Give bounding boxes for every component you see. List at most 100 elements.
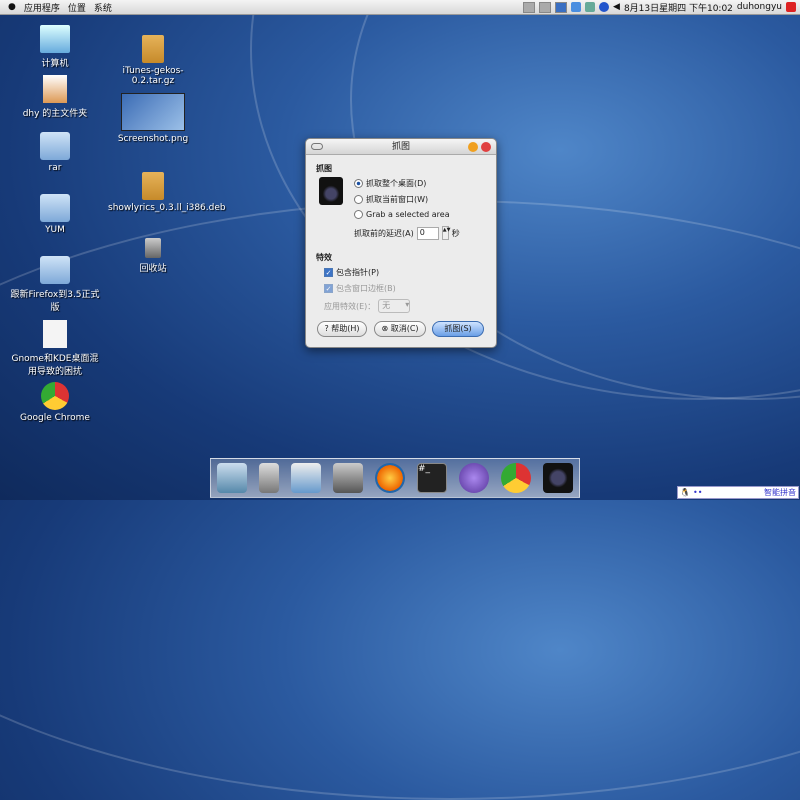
button-label: 帮助(H) (331, 324, 360, 333)
installer-icon[interactable] (291, 463, 321, 493)
desktop-icon-chrome[interactable]: Google Chrome (10, 382, 100, 423)
radio-button[interactable] (354, 210, 363, 219)
icon-label: dhy 的主文件夹 (22, 109, 88, 119)
icon-label: Screenshot.png (117, 134, 189, 144)
delay-unit: 秒 (451, 228, 460, 238)
chevron-down-icon: ▾ (405, 300, 410, 309)
workspace-3[interactable] (555, 1, 568, 13)
firefox-icon[interactable] (375, 463, 405, 493)
delay-label: 抓取前的延迟(A) (354, 228, 414, 238)
ime-label[interactable]: 智能拼音 (764, 487, 796, 498)
cancel-button[interactable]: ⊗ 取消(C) (374, 321, 426, 337)
dialog-title: 抓图 (391, 142, 410, 152)
option-label: Grab a selected area (366, 210, 450, 219)
icon-label: 跟新Firefox到3.5正式版 (10, 290, 100, 313)
checkbox-label: 包含指针(P) (336, 268, 380, 277)
input-method-bar[interactable]: 🐧 •• 智能拼音 (677, 486, 799, 499)
desktop-icon-trash[interactable]: 回收站 (108, 238, 198, 274)
checkbox-include-pointer[interactable]: ✓ 包含指针(P) (324, 267, 379, 278)
folder-icon (40, 256, 70, 284)
workspace-1[interactable] (523, 1, 536, 13)
camera-icon[interactable] (543, 463, 573, 493)
desktop-icon-yum[interactable]: YUM (10, 194, 100, 235)
grab-button[interactable]: 抓图(S) (432, 321, 484, 337)
penguin-icon[interactable]: 🐧 (680, 488, 690, 497)
help-icon: ? (324, 324, 329, 333)
icon-label: Gnome和KDE桌面混用导致的困扰 (11, 354, 99, 377)
effect-select: 无 ▾ (378, 299, 411, 313)
pidgin-icon[interactable] (459, 463, 489, 493)
section-grab: 抓图 (316, 164, 332, 173)
checkbox[interactable]: ✓ (324, 268, 333, 277)
delay-row: 抓取前的延迟(A) 0 ▲▼ 秒 (354, 226, 460, 240)
ime-options-icon[interactable]: •• (693, 488, 702, 497)
button-label: 抓图(S) (444, 324, 472, 333)
desktop-icon-showlyrics[interactable]: showlyrics_0.3.ll_i386.deb (108, 172, 226, 213)
camera-icon (319, 177, 343, 205)
desktop-icon-document[interactable]: Gnome和KDE桌面混用导致的困扰 (10, 320, 100, 377)
folder-icon (40, 194, 70, 222)
option-label: 抓取整个桌面(D) (366, 179, 427, 188)
terminal-icon[interactable]: #_ (417, 463, 447, 493)
button-label: 取消(C) (390, 324, 419, 333)
trash-icon[interactable] (259, 463, 279, 493)
finder-icon[interactable] (217, 463, 247, 493)
radio-selected-area[interactable]: Grab a selected area (354, 210, 450, 219)
radio-current-window[interactable]: 抓取当前窗口(W) (354, 194, 428, 205)
screenshot-dialog: 抓图 抓图 抓取整个桌面(D) 抓取当前窗口(W) Grab a selecte… (305, 138, 497, 348)
desktop-icon-firefox-folder[interactable]: 跟新Firefox到3.5正式版 (10, 256, 100, 313)
package-icon (142, 172, 164, 200)
chrome-icon (41, 382, 69, 410)
power-icon[interactable] (786, 2, 796, 12)
network-icon[interactable] (571, 2, 582, 12)
icon-label: YUM (45, 225, 65, 235)
help-button[interactable]: ? 帮助(H) (317, 321, 367, 337)
radio-whole-desktop[interactable]: 抓取整个桌面(D) (354, 178, 426, 189)
desktop-icon-computer[interactable]: 计算机 (10, 25, 100, 69)
icon-label: rar (48, 163, 62, 173)
battery-icon[interactable] (585, 2, 596, 12)
update-icon[interactable] (599, 2, 610, 12)
checkbox: ✓ (324, 284, 333, 293)
volume-icon[interactable]: ◀ (613, 2, 620, 12)
desktop-icon-screenshot[interactable]: Screenshot.png (108, 93, 198, 144)
effect-label: 应用特效(E)： (324, 301, 376, 311)
computer-icon (40, 25, 70, 53)
user-name[interactable]: duhongyu (737, 2, 782, 12)
icon-label: 计算机 (41, 59, 69, 69)
home-icon (43, 75, 67, 103)
effect-value: 无 (382, 301, 391, 310)
toolbar-toggle-button[interactable] (311, 143, 323, 150)
minimize-button[interactable] (468, 142, 478, 152)
chrome-icon[interactable] (501, 463, 531, 493)
folder-icon (40, 132, 70, 160)
drive-icon[interactable] (333, 463, 363, 493)
radio-button[interactable] (354, 195, 363, 204)
icon-label: Google Chrome (20, 413, 90, 423)
option-label: 抓取当前窗口(W) (366, 195, 429, 204)
apple-icon[interactable]: ● (8, 2, 16, 12)
image-icon (121, 93, 185, 131)
title-bar[interactable]: 抓图 (306, 139, 496, 155)
close-button[interactable] (481, 142, 491, 152)
package-icon (142, 35, 164, 63)
clock[interactable]: 8月13日星期四 下午10:02 (624, 1, 733, 14)
workspace-2[interactable] (539, 1, 552, 13)
delay-spinner[interactable]: ▲▼ (441, 226, 450, 240)
radio-button[interactable] (354, 179, 363, 188)
desktop-icon-itunes[interactable]: iTunes-gekos-0.2.tar.gz (108, 35, 198, 86)
menu-places[interactable]: 位置 (68, 1, 86, 14)
dock: #_ (210, 458, 580, 498)
icon-label: showlyrics_0.3.ll_i386.deb (108, 203, 226, 213)
desktop-icon-home[interactable]: dhy 的主文件夹 (10, 75, 100, 119)
cancel-icon: ⊗ (381, 324, 389, 333)
menu-applications[interactable]: 应用程序 (24, 1, 60, 14)
desktop-icon-rar[interactable]: rar (10, 132, 100, 173)
menu-system[interactable]: 系统 (94, 1, 112, 14)
checkbox-include-border: ✓ 包含窗口边框(B) (324, 283, 396, 294)
section-effects: 特效 (316, 253, 332, 262)
icon-label: 回收站 (139, 264, 167, 274)
trash-icon (145, 238, 161, 258)
delay-input[interactable]: 0 (416, 226, 439, 240)
effect-row: 应用特效(E)： 无 ▾ (324, 299, 411, 313)
